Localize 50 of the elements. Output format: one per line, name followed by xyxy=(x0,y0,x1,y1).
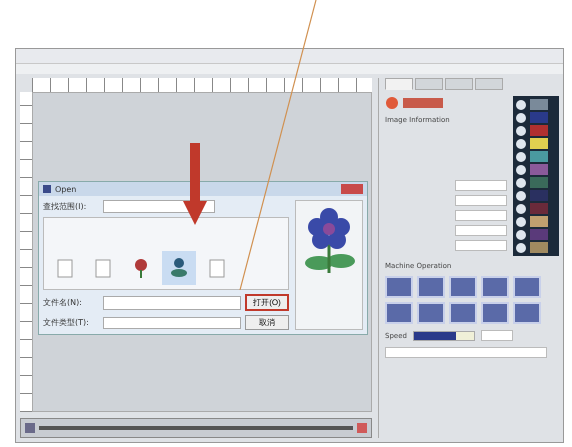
field-label: 文件类型(T): xyxy=(43,317,90,328)
machine-button[interactable] xyxy=(481,302,509,324)
file-item[interactable] xyxy=(162,251,196,285)
input-field[interactable] xyxy=(455,240,507,251)
color-swatch[interactable] xyxy=(530,151,548,162)
down-arrow-icon xyxy=(183,143,207,225)
window-icon xyxy=(43,185,51,193)
color-swatch[interactable] xyxy=(530,177,548,188)
color-swatch[interactable] xyxy=(530,190,548,201)
stop-icon[interactable] xyxy=(357,423,367,433)
machine-button[interactable] xyxy=(513,276,541,298)
color-swatch[interactable] xyxy=(530,112,548,123)
color-swatch[interactable] xyxy=(530,138,548,149)
cancel-button[interactable]: 取消 xyxy=(245,315,289,330)
tab[interactable] xyxy=(385,78,413,90)
input-field[interactable] xyxy=(455,195,507,206)
tab[interactable] xyxy=(415,78,443,90)
logo-icon xyxy=(385,96,445,110)
machine-button[interactable] xyxy=(449,302,477,324)
timeline-track[interactable] xyxy=(39,426,353,430)
field-label: 文件名(N): xyxy=(43,297,83,308)
machine-button[interactable] xyxy=(385,302,413,324)
file-name-field[interactable] xyxy=(103,296,241,310)
pin-icon[interactable] xyxy=(25,423,35,433)
tab[interactable] xyxy=(445,78,473,90)
color-swatch[interactable] xyxy=(530,99,548,110)
color-swatch[interactable] xyxy=(530,125,548,136)
machine-button[interactable] xyxy=(385,276,413,298)
file-type-dropdown[interactable] xyxy=(103,316,241,328)
speed-slider[interactable] xyxy=(412,330,475,340)
dialog-title: Open xyxy=(55,184,76,194)
machine-button[interactable] xyxy=(513,302,541,324)
machine-button[interactable] xyxy=(449,276,477,298)
machine-button[interactable] xyxy=(417,276,445,298)
tab[interactable] xyxy=(475,78,503,90)
color-swatch[interactable] xyxy=(530,229,548,240)
machine-button[interactable] xyxy=(481,276,509,298)
input-field[interactable] xyxy=(455,210,507,221)
input-field[interactable] xyxy=(455,225,507,236)
speed-field[interactable] xyxy=(480,330,513,341)
color-swatch[interactable] xyxy=(530,216,548,227)
close-button[interactable] xyxy=(341,184,363,194)
color-swatch[interactable] xyxy=(530,203,548,214)
open-button[interactable]: 打开(O) xyxy=(245,294,289,311)
color-swatch[interactable] xyxy=(530,242,548,253)
machine-button[interactable] xyxy=(417,302,445,324)
input-field[interactable] xyxy=(455,180,507,191)
input-field[interactable] xyxy=(385,347,547,358)
color-swatch[interactable] xyxy=(530,164,548,175)
field-label: 查找范围(I): xyxy=(43,201,88,212)
